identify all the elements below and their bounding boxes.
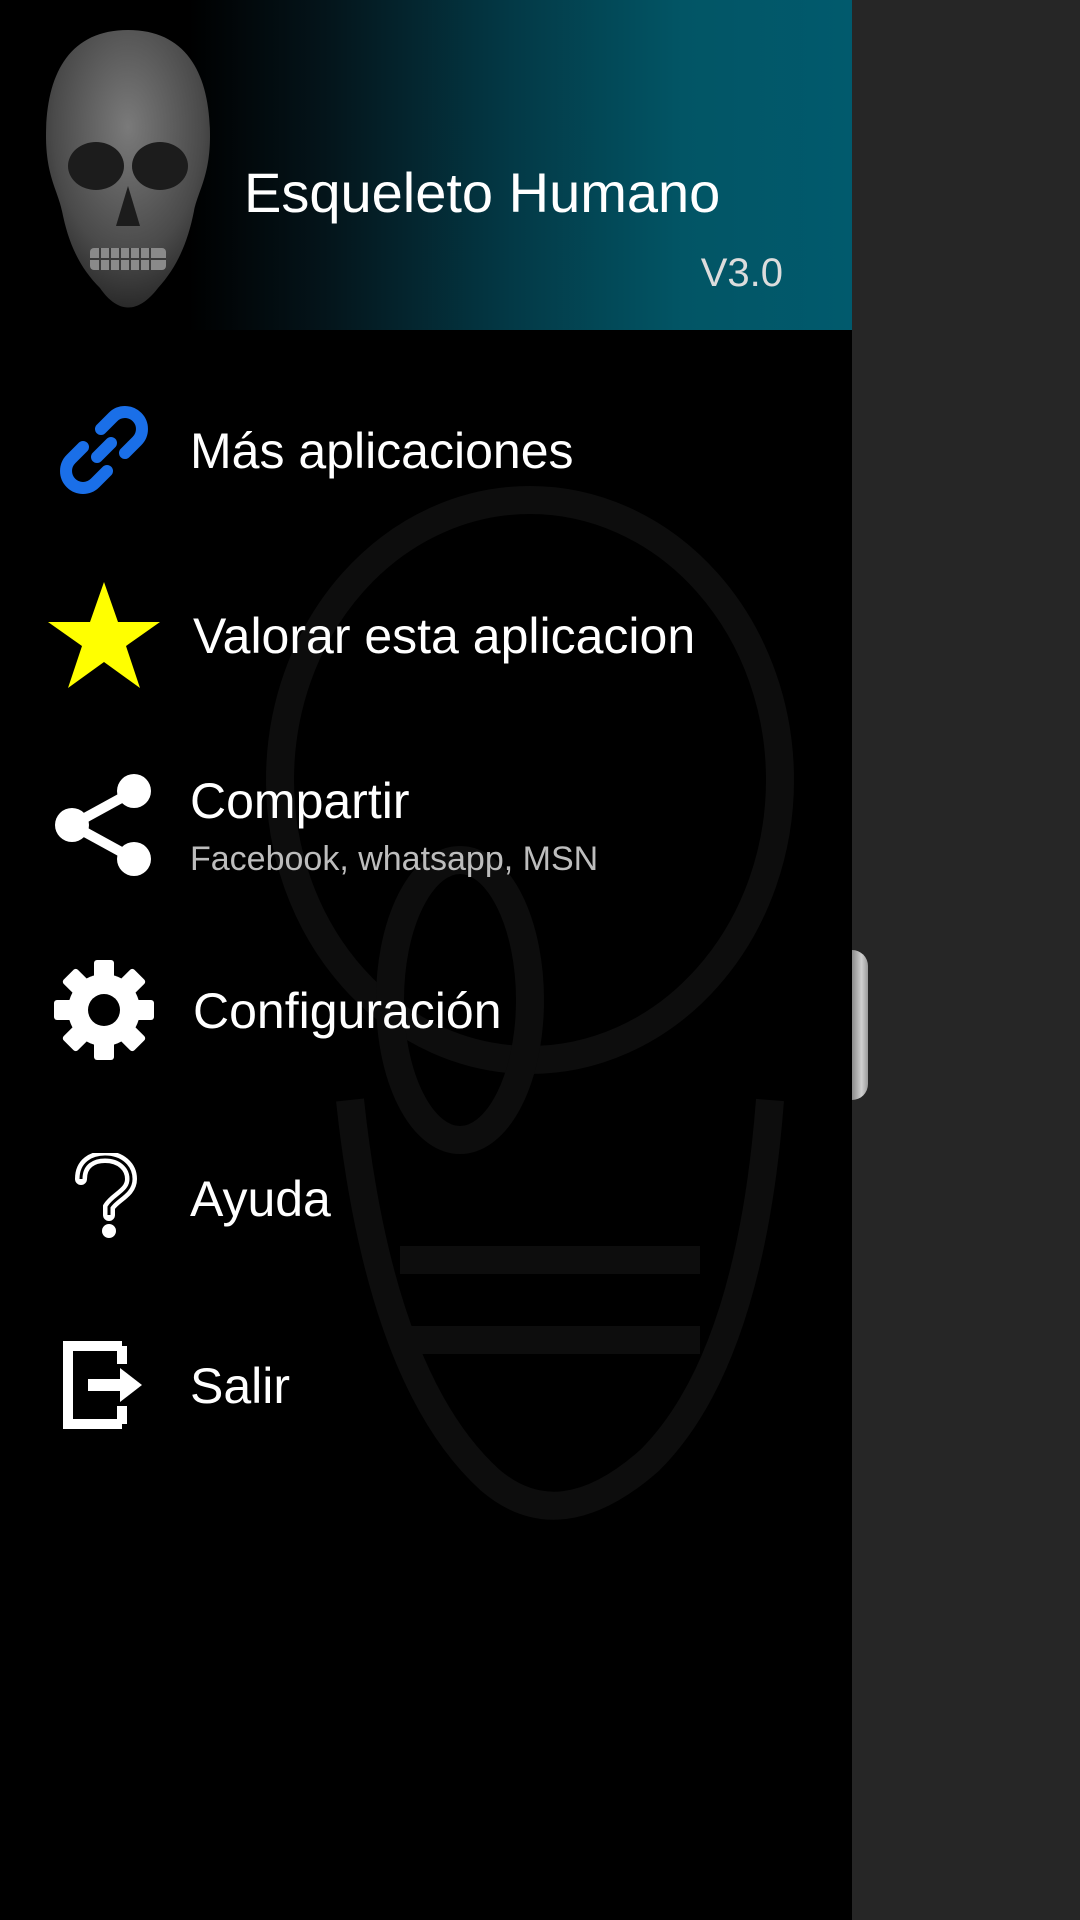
menu-item-label: Salir	[190, 1358, 291, 1414]
menu-item-label: Ayuda	[190, 1171, 331, 1227]
menu-item-exit[interactable]: Salir	[0, 1305, 852, 1465]
menu-item-label: Compartir	[190, 773, 410, 829]
menu-item-label: Más aplicaciones	[190, 423, 574, 479]
skull-icon	[46, 30, 210, 308]
menu-item-share[interactable]: Compartir Facebook, whatsapp, MSN	[0, 745, 852, 905]
menu-item-label: Valorar esta aplicacion	[193, 608, 696, 664]
drawer-edge-handle	[852, 950, 868, 1100]
menu-item-sublabel: Facebook, whatsapp, MSN	[190, 840, 599, 878]
menu-item-help[interactable]: Ayuda	[0, 1118, 852, 1278]
app-version: V3.0	[700, 251, 783, 295]
link-icon	[44, 390, 164, 510]
exit-icon	[44, 1325, 164, 1445]
drawer-header: Esqueleto Humano V3.0	[0, 0, 852, 330]
menu-item-settings[interactable]: Configuración	[0, 930, 852, 1090]
gear-icon	[44, 950, 164, 1070]
navigation-drawer: Esqueleto Humano V3.0 Más aplicaciones V…	[0, 0, 852, 1920]
menu-item-rate[interactable]: Valorar esta aplicacion	[0, 555, 852, 715]
share-icon	[44, 765, 164, 885]
app-title: Esqueleto Humano	[244, 161, 721, 224]
star-icon	[44, 575, 164, 695]
question-icon	[44, 1138, 164, 1258]
menu-item-more-apps[interactable]: Más aplicaciones	[0, 370, 852, 530]
menu-item-label: Configuración	[193, 983, 502, 1039]
